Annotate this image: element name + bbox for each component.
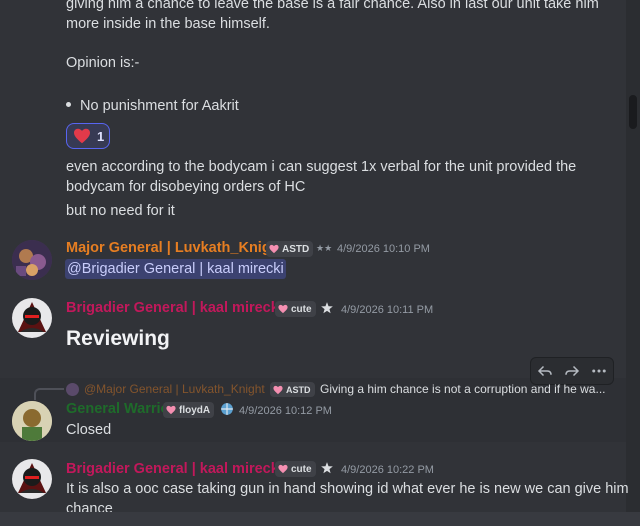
heart-icon <box>74 128 90 144</box>
role-tag[interactable]: cute <box>275 461 316 477</box>
avatar-image <box>12 459 52 499</box>
role-tag-label: ASTD <box>282 243 310 255</box>
reply-avatar[interactable] <box>66 383 79 396</box>
bullet-text: No punishment for Aakrit <box>80 98 239 114</box>
message-text: more inside in the base himself. <box>66 16 270 32</box>
globe-badge-icon <box>221 403 233 415</box>
more-icon[interactable] <box>590 362 608 380</box>
role-tag-label: floydA <box>179 404 211 416</box>
star-icon <box>321 462 333 474</box>
reaction-count: 1 <box>97 128 105 144</box>
avatar[interactable] <box>12 298 52 338</box>
role-tag-label: cute <box>291 303 312 315</box>
message-text: It is also a ooc case taking gun in hand… <box>66 481 629 497</box>
reply-connector <box>34 388 64 400</box>
message-text: even according to the bodycam i can sugg… <box>66 159 577 175</box>
avatar-image <box>12 240 52 280</box>
message-input-bar[interactable] <box>0 512 640 526</box>
role-tag-label: ASTD <box>286 384 311 395</box>
message-text: Closed <box>66 422 112 438</box>
avatar-image <box>12 298 52 338</box>
bullet-dot <box>66 102 71 108</box>
role-tag-label: cute <box>291 463 312 475</box>
heart-icon <box>166 405 176 415</box>
reply-author[interactable]: @Major General | Luvkath_Knight <box>84 382 265 396</box>
timestamp[interactable]: 4/9/2026 10:22 PM <box>341 464 434 476</box>
timestamp[interactable]: 4/9/2026 10:10 PM <box>337 243 430 255</box>
author-name[interactable]: Major General | Luvkath_Knight <box>66 240 284 256</box>
message-text: but no need for it <box>66 203 175 219</box>
scrollbar-thumb[interactable] <box>629 95 637 129</box>
reply-preview[interactable]: Giving a him chance is not a corruption … <box>320 382 606 396</box>
author-name[interactable]: Brigadier General | kaal mirecki <box>66 461 283 477</box>
timestamp[interactable]: 4/9/2026 10:11 PM <box>341 304 433 316</box>
avatar[interactable] <box>12 240 52 280</box>
star-icon <box>321 302 333 314</box>
role-tag[interactable]: ASTD <box>266 241 314 257</box>
heart-icon <box>269 244 279 254</box>
reaction-heart[interactable]: 1 <box>66 123 110 149</box>
bullet-item: No punishment for Aakrit <box>66 96 239 116</box>
heart-icon <box>278 304 288 314</box>
heart-icon <box>278 464 288 474</box>
heart-icon <box>273 385 283 394</box>
message-text: giving him a chance to leave the base is… <box>66 0 599 12</box>
message-heading: Reviewing <box>66 327 170 350</box>
reply-icon[interactable] <box>536 362 554 380</box>
author-name[interactable]: Brigadier General | kaal mirecki <box>66 300 283 316</box>
role-tag: ASTD <box>270 382 315 397</box>
role-tag[interactable]: cute <box>275 301 316 317</box>
message-text: bodycam for disobeying orders of HC <box>66 179 306 195</box>
message-actions-toolbar <box>530 357 614 385</box>
avatar[interactable] <box>12 459 52 499</box>
avatar[interactable] <box>12 401 52 441</box>
star-badge-icon: ★★ <box>316 243 333 253</box>
scrollbar-track[interactable] <box>626 0 640 526</box>
user-mention[interactable]: @Brigadier General | kaal mirecki <box>65 259 286 279</box>
role-tag[interactable]: floydA <box>163 402 215 418</box>
forward-icon[interactable] <box>563 362 581 380</box>
avatar-image <box>12 401 52 441</box>
timestamp[interactable]: 4/9/2026 10:12 PM <box>239 405 332 417</box>
author-name[interactable]: General Warrior <box>66 401 175 417</box>
message-text: Opinion is:- <box>66 55 140 71</box>
